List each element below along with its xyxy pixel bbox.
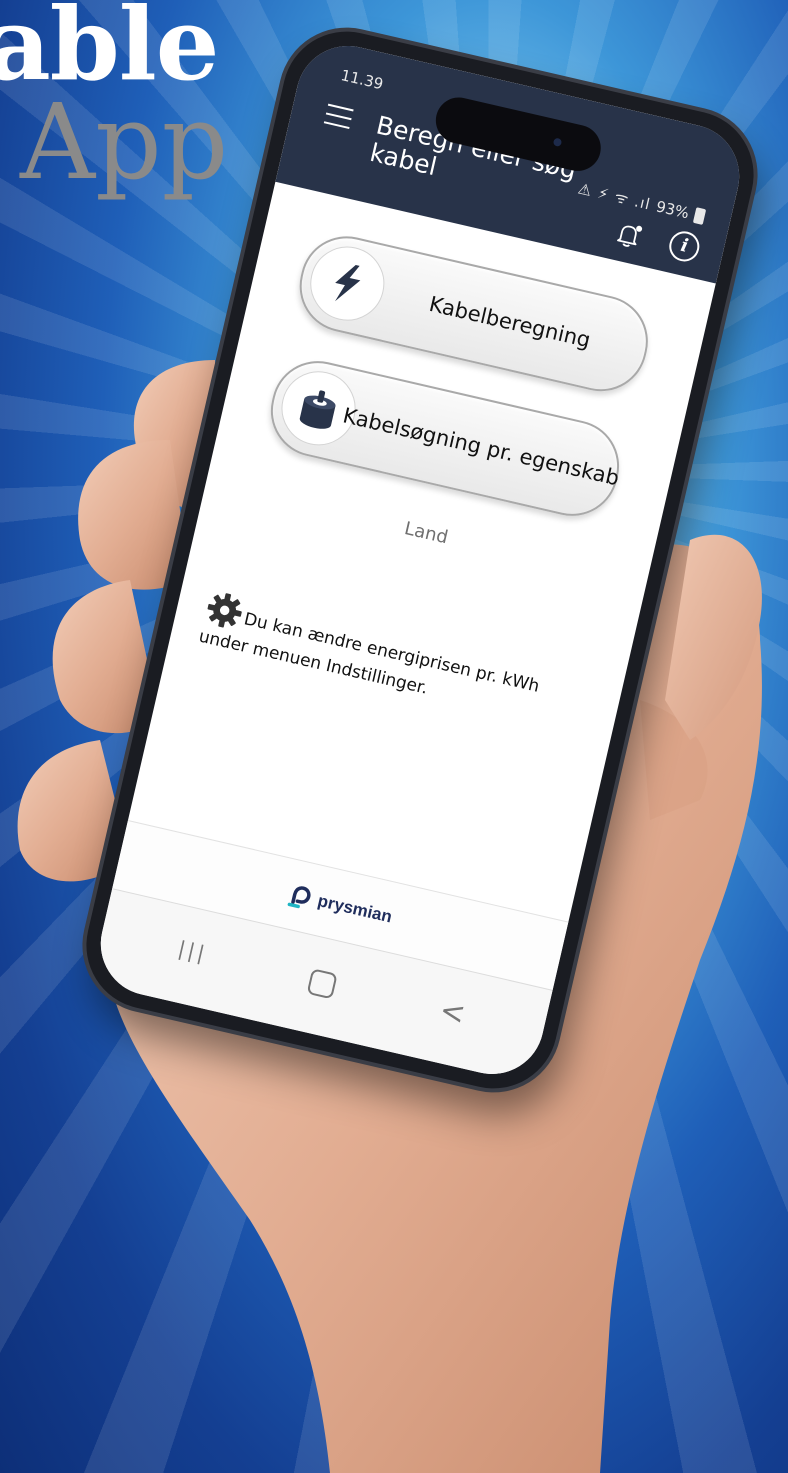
thumb-illustration [665, 534, 762, 740]
